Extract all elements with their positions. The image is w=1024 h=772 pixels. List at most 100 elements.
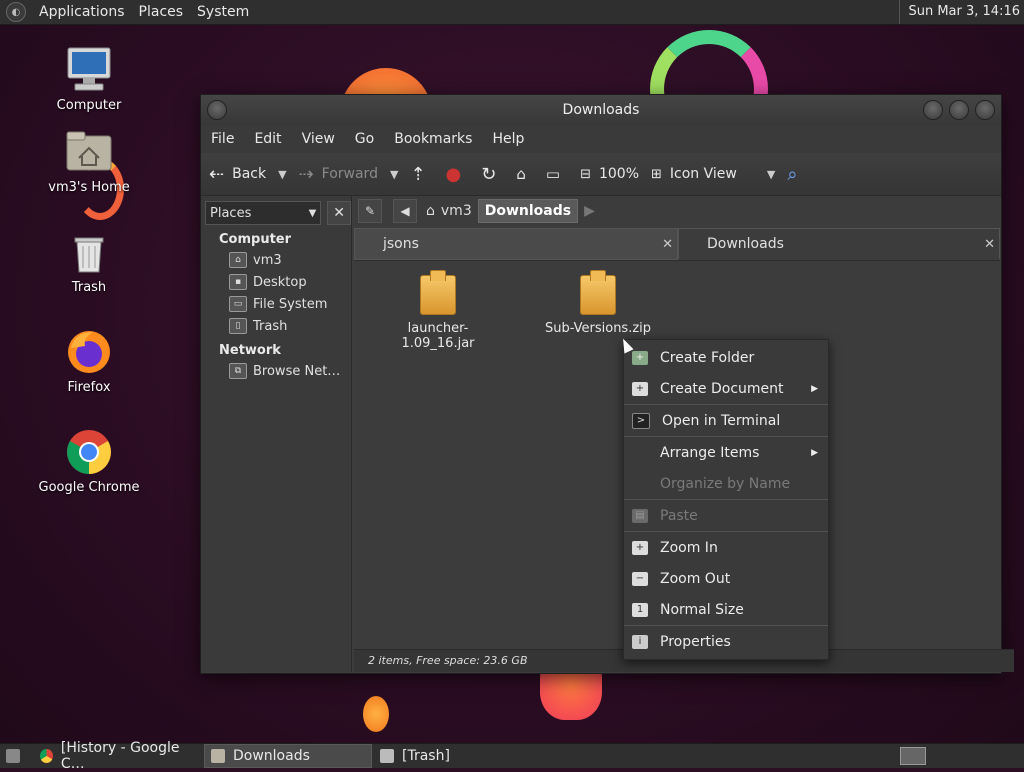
system-menu[interactable]: System bbox=[190, 4, 256, 20]
file-item[interactable]: Sub-Versions.zip bbox=[533, 270, 663, 336]
stop-icon: ● bbox=[445, 163, 462, 185]
zoom-out-button[interactable]: ⊟ 100% bbox=[580, 166, 639, 182]
search-button[interactable]: ⌕ bbox=[787, 164, 805, 185]
desktop-icon-label: vm3's Home bbox=[48, 180, 130, 195]
menu-item-create-document[interactable]: + Create Document ▶ bbox=[624, 373, 828, 404]
sidebar-type-select[interactable]: Places ▼ bbox=[205, 201, 322, 225]
menu-item-organize-by-name[interactable]: Organize by Name bbox=[624, 468, 828, 499]
paste-icon: ▤ bbox=[632, 508, 648, 523]
menu-file[interactable]: File bbox=[201, 131, 244, 147]
chrome-icon bbox=[40, 749, 53, 763]
path-segment-downloads[interactable]: Downloads bbox=[477, 199, 579, 223]
menu-view[interactable]: View bbox=[292, 131, 345, 147]
menu-item-create-folder[interactable]: + Create Folder bbox=[624, 342, 828, 373]
firefox-icon bbox=[65, 328, 113, 376]
close-button[interactable] bbox=[975, 100, 995, 120]
tab-close-icon[interactable]: ✕ bbox=[662, 237, 673, 252]
menu-help[interactable]: Help bbox=[482, 131, 534, 147]
back-button[interactable]: ⇠ Back ▼ bbox=[209, 164, 287, 185]
sidebar-item-filesystem[interactable]: ▭ File System bbox=[201, 293, 351, 315]
computer-button[interactable]: ▭ bbox=[546, 165, 568, 183]
stop-button[interactable]: ● bbox=[446, 164, 470, 185]
show-desktop-button[interactable] bbox=[0, 745, 32, 767]
desktop-icon-chrome[interactable]: Google Chrome bbox=[34, 428, 144, 495]
terminal-icon: > bbox=[632, 412, 650, 429]
task-label: [History - Google C… bbox=[60, 740, 180, 772]
menu-item-zoom-in[interactable]: + Zoom In bbox=[624, 532, 828, 563]
desktop-icon-home[interactable]: vm3's Home bbox=[34, 128, 144, 195]
path-scroll-left[interactable]: ◀ bbox=[393, 199, 417, 223]
menu-bookmarks[interactable]: Bookmarks bbox=[384, 131, 482, 147]
view-mode-dropdown-icon[interactable]: ▼ bbox=[767, 168, 775, 181]
edit-location-button[interactable]: ✎ bbox=[358, 199, 382, 223]
menu-item-zoom-out[interactable]: − Zoom Out bbox=[624, 563, 828, 594]
menu-item-properties[interactable]: i Properties bbox=[624, 626, 828, 657]
chrome-icon bbox=[65, 428, 113, 476]
document-new-icon: + bbox=[632, 381, 648, 396]
tab-downloads[interactable]: Downloads ✕ bbox=[678, 228, 1000, 259]
menu-item-paste[interactable]: ▤ Paste bbox=[624, 500, 828, 531]
sidebar-item-desktop[interactable]: ▪ Desktop bbox=[201, 271, 351, 293]
view-mode-select[interactable]: Icon View bbox=[670, 166, 737, 182]
menu-item-arrange-items[interactable]: Arrange Items ▶ bbox=[624, 437, 828, 468]
zoom-in-button[interactable]: ⊞ Icon View ▼ bbox=[651, 166, 775, 182]
up-button[interactable]: ⇡ bbox=[410, 164, 433, 185]
show-desktop-icon bbox=[6, 749, 20, 763]
sidebar-item-trash[interactable]: ▯ Trash bbox=[201, 315, 351, 337]
applications-menu[interactable]: Applications bbox=[32, 4, 132, 20]
pencil-icon: ✎ bbox=[364, 204, 376, 218]
desktop-icon-trash[interactable]: Trash bbox=[34, 228, 144, 295]
tab-label: jsons bbox=[383, 236, 419, 252]
places-menu[interactable]: Places bbox=[132, 4, 191, 20]
zoom-out-icon: ⊟ bbox=[580, 166, 591, 182]
back-history-dropdown-icon[interactable]: ▼ bbox=[278, 168, 286, 181]
task-label: [Trash] bbox=[402, 748, 450, 764]
workspace-switcher-icon[interactable] bbox=[900, 747, 926, 765]
forward-label: Forward bbox=[321, 166, 378, 182]
home-button[interactable]: ⌂ bbox=[516, 165, 534, 183]
sidebar-item-vm3[interactable]: ⌂ vm3 bbox=[201, 249, 351, 271]
task-chrome-history[interactable]: [History - Google C… bbox=[34, 740, 202, 772]
menu-go[interactable]: Go bbox=[345, 131, 384, 147]
file-name: launcher-1.09_16.jar bbox=[401, 321, 475, 351]
window-menu-button[interactable] bbox=[207, 100, 227, 120]
task-trash[interactable]: [Trash] bbox=[374, 745, 546, 767]
file-name: Sub-Versions.zip bbox=[544, 321, 652, 336]
distro-logo-icon[interactable]: ◐ bbox=[6, 2, 26, 22]
path-scroll-right[interactable]: ▶ bbox=[578, 200, 601, 222]
sidebar-item-browse-network[interactable]: ⧉ Browse Net… bbox=[201, 360, 351, 382]
menu-item-normal-size[interactable]: 1 Normal Size bbox=[624, 594, 828, 625]
menu-edit[interactable]: Edit bbox=[244, 131, 291, 147]
reload-button[interactable]: ↻ bbox=[481, 164, 504, 185]
minimize-button[interactable] bbox=[923, 100, 943, 120]
clock[interactable]: Sun Mar 3, 14:16 bbox=[899, 0, 1020, 24]
properties-icon: i bbox=[632, 634, 648, 649]
up-arrow-icon: ⇡ bbox=[410, 163, 426, 185]
home-folder-icon: ⌂ bbox=[229, 252, 247, 268]
submenu-arrow-icon: ▶ bbox=[811, 447, 818, 458]
pathbar: ✎ ◀ ⌂ vm3 Downloads ▶ bbox=[354, 196, 1000, 226]
desktop-icon-label: Firefox bbox=[67, 380, 111, 395]
zoom-in-icon: ⊞ bbox=[651, 166, 662, 182]
sidebar-close-icon[interactable]: ✕ bbox=[327, 201, 351, 225]
sidebar-item-label: vm3 bbox=[253, 252, 282, 268]
forward-history-dropdown-icon[interactable]: ▼ bbox=[390, 168, 398, 181]
menu-item-open-terminal[interactable]: > Open in Terminal bbox=[624, 405, 828, 436]
maximize-button[interactable] bbox=[949, 100, 969, 120]
menu-item-label: Create Document bbox=[660, 380, 784, 397]
tab-close-icon[interactable]: ✕ bbox=[984, 237, 995, 252]
tab-jsons[interactable]: jsons ✕ bbox=[354, 228, 678, 260]
menu-item-label: Zoom Out bbox=[660, 570, 731, 587]
forward-arrow-icon: ⇢ bbox=[298, 163, 314, 185]
sidebar-item-label: Trash bbox=[253, 318, 288, 334]
desktop-icon-firefox[interactable]: Firefox bbox=[34, 328, 144, 395]
desktop-icon-computer[interactable]: Computer bbox=[34, 46, 144, 113]
sidebar-item-label: File System bbox=[253, 296, 328, 312]
path-segment-vm3[interactable]: ⌂ vm3 bbox=[420, 200, 478, 222]
file-item[interactable]: launcher-1.09_16.jar bbox=[373, 270, 503, 351]
sidebar-item-label: Browse Net… bbox=[253, 363, 341, 379]
task-downloads[interactable]: Downloads bbox=[204, 744, 372, 768]
network-icon: ⧉ bbox=[229, 363, 247, 379]
window-titlebar[interactable]: Downloads bbox=[201, 95, 1001, 125]
forward-button[interactable]: ⇢ Forward ▼ bbox=[299, 164, 399, 185]
